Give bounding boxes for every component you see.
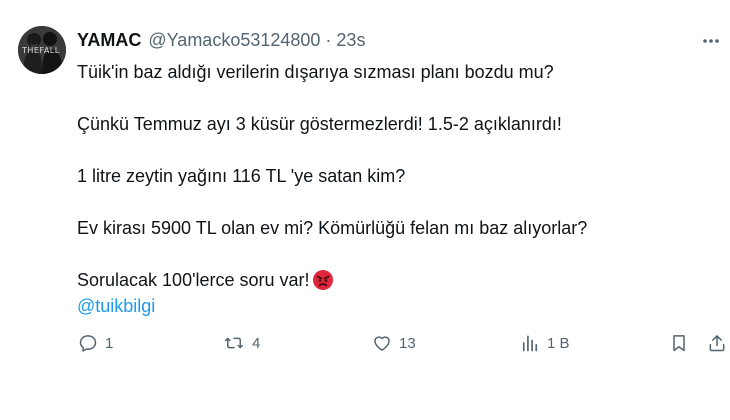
retweet-count: 4 <box>252 334 261 352</box>
bookmark-button[interactable] <box>669 330 689 356</box>
mention-link[interactable]: @tuikbilgi <box>77 293 155 319</box>
analytics-icon <box>522 335 538 352</box>
tweet-text-line: Ev kirası 5900 TL olan ev mi? Kömürlüğü … <box>77 218 588 238</box>
retweet-button[interactable]: 4 <box>223 330 260 356</box>
display-name[interactable]: YAMAC <box>77 28 141 52</box>
angry-face-icon <box>312 270 333 290</box>
more-icon <box>703 39 719 43</box>
tweet-text-line: Tüik'in baz aldığı verilerin dışarıya sı… <box>77 62 554 82</box>
reply-icon <box>79 335 97 352</box>
reply-count: 1 <box>105 334 114 352</box>
bookmark-icon <box>673 335 685 352</box>
heart-icon <box>374 336 390 351</box>
like-count: 13 <box>399 334 416 352</box>
separator-dot: · <box>325 30 332 50</box>
avatar[interactable]: THEFALL <box>18 26 66 74</box>
avatar-text: THEFALL <box>22 46 60 55</box>
user-handle[interactable]: @Yamacko53124800 <box>148 28 320 52</box>
tweet-text-line: 1 litre zeytin yağını 116 TL 'ye satan k… <box>77 166 406 186</box>
timestamp[interactable]: 23s <box>336 28 365 52</box>
tweet-text-line: Çünkü Temmuz ayı 3 küsür göstermezlerdi!… <box>77 114 562 134</box>
views-count: 1 B <box>547 334 570 352</box>
tweet-card[interactable]: THEFALL YAMAC @Yamacko53124800 · 23s Tüi… <box>0 0 730 420</box>
tweet-text: Sorulacak 100'lerce soru var! <box>77 270 310 290</box>
more-options-button[interactable] <box>698 28 724 54</box>
tweet-header: YAMAC @Yamacko53124800 · 23s <box>77 28 365 52</box>
action-bar: 1 4 13 1 B <box>77 330 730 356</box>
share-icon <box>709 335 725 352</box>
like-button[interactable]: 13 <box>372 330 416 356</box>
views-button[interactable]: 1 B <box>520 330 570 356</box>
tweet-text-line-last: Sorulacak 100'lerce soru var! <box>77 267 334 293</box>
retweet-icon <box>224 337 244 349</box>
share-button[interactable] <box>707 330 727 356</box>
reply-button[interactable]: 1 <box>78 330 113 356</box>
